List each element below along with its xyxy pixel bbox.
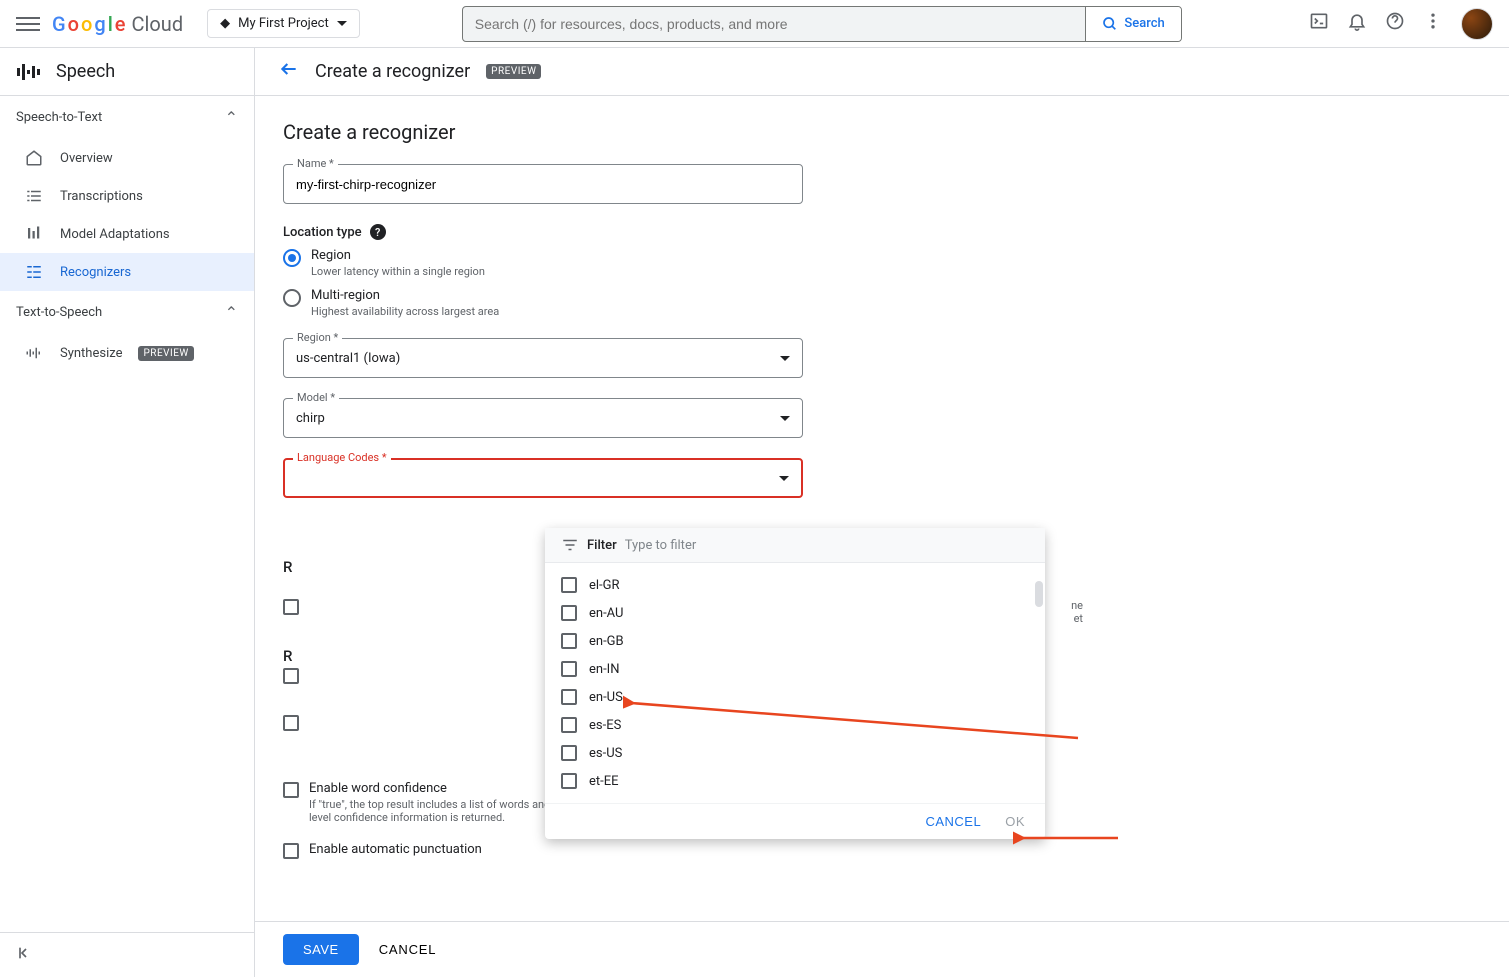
region-select[interactable]: us-central1 (Iowa) (283, 338, 803, 378)
page-header: Create a recognizer PREVIEW (255, 48, 1509, 96)
checkbox-icon (561, 605, 577, 621)
help-icon[interactable]: ? (370, 224, 386, 240)
project-picker-label: My First Project (238, 16, 329, 31)
preview-badge: PREVIEW (138, 346, 193, 361)
dropdown-item-es-es[interactable]: es-ES (545, 711, 1045, 739)
chevron-up-icon: ⌃ (225, 303, 238, 322)
help-icon[interactable] (1385, 11, 1405, 36)
dropdown-cancel-button[interactable]: CANCEL (925, 814, 981, 829)
main-content: Create a recognizer PREVIEW Create a rec… (255, 48, 1509, 977)
dropdown-ok-button[interactable]: OK (1005, 814, 1025, 829)
dropdown-item-en-us[interactable]: en-US (545, 683, 1045, 711)
chevron-down-icon (779, 476, 789, 481)
checkbox-icon (561, 577, 577, 593)
project-picker[interactable]: ◆ My First Project (207, 9, 360, 38)
search-bar: Search (462, 6, 1182, 42)
region-label: Region * (293, 331, 342, 344)
dropdown-item-el-gr[interactable]: el-GR (545, 571, 1045, 599)
preview-badge: PREVIEW (486, 64, 541, 79)
chevron-down-icon (337, 21, 347, 26)
search-icon (1102, 16, 1118, 32)
cloud-label: Cloud (132, 12, 184, 36)
checkbox-icon (561, 689, 577, 705)
checkbox-icon (561, 633, 577, 649)
language-codes-dropdown: Filter Type to filter el-GR en-AU en-GB … (545, 528, 1045, 839)
wave-icon (24, 344, 44, 362)
radio-icon (283, 249, 301, 267)
radio-region[interactable]: Region Lower latency within a single reg… (283, 248, 803, 278)
header-actions (1309, 8, 1493, 40)
scrollbar-thumb[interactable] (1035, 581, 1043, 607)
sidebar: Speech Speech-to-Text ⌃ Overview Transcr… (0, 48, 255, 977)
search-button[interactable]: Search (1085, 7, 1180, 41)
checkbox-auto-punctuation[interactable]: Enable automatic punctuation (283, 842, 803, 859)
sidebar-item-model-adaptations[interactable]: Model Adaptations (0, 215, 254, 253)
speech-icon (16, 62, 40, 82)
filter-icon (561, 536, 579, 554)
chevron-down-icon (780, 356, 790, 361)
language-codes-label: Language Codes * (293, 451, 391, 464)
global-header: Google Cloud ◆ My First Project Search (0, 0, 1509, 48)
name-field-wrap: Name * (283, 164, 803, 204)
dropdown-actions: CANCEL OK (545, 803, 1045, 839)
dropdown-list[interactable]: el-GR en-AU en-GB en-IN en-US es-ES es-U… (545, 563, 1045, 803)
product-name: Speech (56, 61, 115, 82)
grid-icon (24, 263, 44, 281)
checkbox-icon (283, 782, 299, 798)
back-arrow-icon[interactable] (279, 59, 299, 84)
dropdown-filter-row[interactable]: Filter Type to filter (545, 528, 1045, 563)
cloud-shell-icon[interactable] (1309, 11, 1329, 36)
more-icon[interactable] (1423, 11, 1443, 36)
model-label: Model * (293, 391, 339, 404)
checkbox-icon (561, 717, 577, 733)
radio-multi-region[interactable]: Multi-region Highest availability across… (283, 288, 803, 318)
name-label: Name * (293, 157, 338, 170)
sidebar-item-transcriptions[interactable]: Transcriptions (0, 177, 254, 215)
dropdown-item-en-gb[interactable]: en-GB (545, 627, 1045, 655)
radio-icon (283, 289, 301, 307)
language-codes-field-wrap: Language Codes * (283, 458, 803, 498)
sidebar-item-recognizers[interactable]: Recognizers (0, 253, 254, 291)
home-icon (24, 149, 44, 167)
section-text-to-speech[interactable]: Text-to-Speech ⌃ (0, 291, 254, 334)
sidebar-item-overview[interactable]: Overview (0, 139, 254, 177)
sidebar-item-synthesize[interactable]: Synthesize PREVIEW (0, 334, 254, 372)
checkbox-icon (561, 773, 577, 789)
location-type-label: Location type ? (283, 224, 1481, 240)
name-input[interactable] (283, 164, 803, 204)
google-cloud-logo[interactable]: Google Cloud (52, 12, 183, 36)
dropdown-item-es-us[interactable]: es-US (545, 739, 1045, 767)
notifications-icon[interactable] (1347, 11, 1367, 36)
action-bar: SAVE CANCEL (255, 921, 1509, 977)
cancel-button[interactable]: CANCEL (379, 942, 437, 957)
chevron-left-icon (16, 945, 32, 961)
page-title: Create a recognizer (315, 61, 470, 82)
product-header: Speech (0, 48, 254, 96)
collapse-sidebar-button[interactable] (0, 932, 254, 977)
model-field-wrap: Model * chirp (283, 398, 803, 438)
checkbox-icon (283, 668, 299, 684)
chevron-up-icon: ⌃ (225, 108, 238, 127)
chevron-down-icon (780, 416, 790, 421)
hamburger-menu-icon[interactable] (16, 12, 40, 36)
save-button[interactable]: SAVE (283, 934, 359, 965)
form-title: Create a recognizer (283, 120, 1481, 144)
model-select[interactable]: chirp (283, 398, 803, 438)
checkbox-icon (283, 715, 299, 731)
checkbox-icon (561, 745, 577, 761)
project-picker-icon: ◆ (220, 16, 230, 31)
list-icon (24, 187, 44, 205)
dropdown-item-et-ee[interactable]: et-EE (545, 767, 1045, 795)
tune-icon (24, 225, 44, 243)
section-speech-to-text[interactable]: Speech-to-Text ⌃ (0, 96, 254, 139)
region-field-wrap: Region * us-central1 (Iowa) (283, 338, 803, 378)
checkbox-icon (561, 661, 577, 677)
avatar[interactable] (1461, 8, 1493, 40)
dropdown-item-en-in[interactable]: en-IN (545, 655, 1045, 683)
dropdown-item-en-au[interactable]: en-AU (545, 599, 1045, 627)
checkbox-icon (283, 843, 299, 859)
language-codes-select[interactable] (283, 458, 803, 498)
search-input[interactable] (463, 7, 1086, 41)
